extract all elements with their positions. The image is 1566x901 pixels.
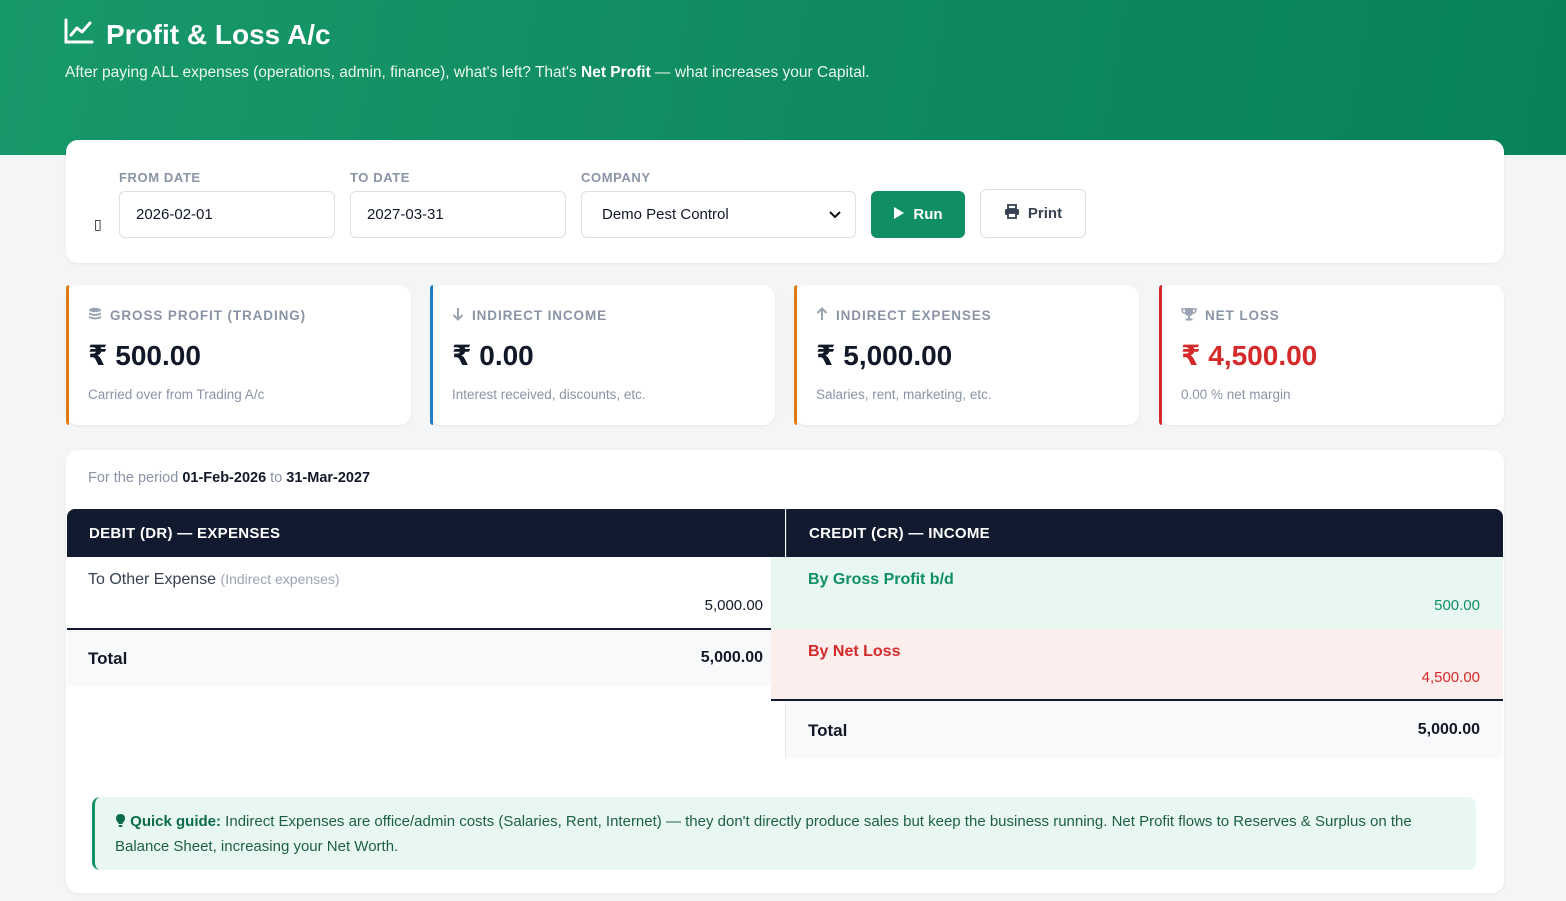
debit-total-label: Total	[88, 649, 128, 668]
print-button-label: Print	[1027, 205, 1063, 222]
stat-label-text: INDIRECT EXPENSES	[836, 308, 992, 323]
to-date-label: TO DATE	[350, 170, 411, 185]
from-date-input[interactable]: 2026-02-01	[119, 191, 335, 238]
company-select[interactable]: Demo Pest Control	[581, 191, 856, 238]
from-date-label: FROM DATE	[119, 170, 201, 185]
arrow-up-icon	[816, 307, 828, 324]
debit-row-name: To Other Expense (Indirect expenses)	[88, 571, 340, 589]
stat-card-gross-profit: GROSS PROFIT (TRADING) ₹ 500.00 Carried …	[66, 285, 411, 425]
stat-label: INDIRECT INCOME	[452, 307, 607, 324]
debit-row-label: To Other Expense	[88, 571, 217, 588]
stat-hint: Carried over from Trading A/c	[88, 387, 265, 402]
stat-accent-bar	[66, 285, 69, 425]
credit-total-row: Total 5,000.00	[786, 701, 1503, 758]
period-separator: to	[266, 470, 287, 486]
stat-value: ₹ 500.00	[88, 340, 201, 371]
stat-label: NET LOSS	[1181, 307, 1280, 324]
credit-row-name: By Net Loss	[808, 643, 901, 660]
coins-icon	[88, 307, 102, 323]
stat-value: ₹ 5,000.00	[816, 340, 953, 371]
run-button-label: Run	[913, 206, 943, 223]
period-from: 01-Feb-2026	[182, 470, 267, 486]
stat-card-net-loss: NET LOSS ₹ 4,500.00 0.00 % net margin	[1159, 285, 1504, 425]
page-subtitle: After paying ALL expenses (operations, a…	[65, 64, 870, 82]
stat-label: INDIRECT EXPENSES	[816, 307, 992, 324]
stat-label: GROSS PROFIT (TRADING)	[88, 307, 306, 323]
stat-card-indirect-income: INDIRECT INCOME ₹ 0.00 Interest received…	[430, 285, 775, 425]
quick-guide: Quick guide: Indirect Expenses are offic…	[92, 797, 1476, 870]
stat-label-text: GROSS PROFIT (TRADING)	[110, 307, 307, 323]
run-button[interactable]: Run	[871, 191, 965, 238]
guide-text: Indirect Expenses are office/admin costs…	[115, 813, 1412, 855]
to-date-input[interactable]: 2027-03-31	[350, 191, 566, 238]
stat-label-text: INDIRECT INCOME	[472, 308, 607, 323]
filter-panel: ▯ FROM DATE 2026-02-01 TO DATE 2027-03-3…	[66, 140, 1504, 263]
company-select-value: Demo Pest Control	[602, 206, 729, 223]
credit-header: CREDIT (CR) — INCOME	[786, 509, 1503, 557]
line-chart-icon	[64, 18, 94, 51]
stat-hint: Interest received, discounts, etc.	[452, 387, 646, 402]
stat-accent-bar	[430, 285, 433, 425]
placeholder-glyph: ▯	[94, 216, 102, 232]
subtitle-text-end: — what increases your Capital.	[650, 64, 870, 81]
stat-card-indirect-expenses: INDIRECT EXPENSES ₹ 5,000.00 Salaries, r…	[794, 285, 1139, 425]
ledger-panel: For the period 01-Feb-2026 to 31-Mar-202…	[66, 450, 1504, 893]
debit-row-amount: 5,000.00	[704, 597, 763, 614]
play-icon	[893, 206, 905, 224]
period-caption: For the period 01-Feb-2026 to 31-Mar-202…	[88, 470, 370, 486]
credit-total-amount: 5,000.00	[1417, 721, 1480, 738]
stat-hint: 0.00 % net margin	[1181, 387, 1291, 402]
page-title: Profit & Loss A/c	[106, 18, 331, 50]
stat-value: ₹ 4,500.00	[1181, 340, 1318, 371]
stat-accent-bar	[1159, 285, 1162, 425]
debit-row: To Other Expense (Indirect expenses) 5,0…	[67, 557, 771, 630]
debit-header: DEBIT (DR) — EXPENSES	[67, 509, 785, 557]
stat-hint: Salaries, rent, marketing, etc.	[816, 387, 992, 402]
debit-total-amount: 5,000.00	[700, 649, 763, 666]
period-prefix: For the period	[88, 470, 183, 486]
subtitle-text: After paying ALL expenses (operations, a…	[65, 64, 581, 81]
stat-value: ₹ 0.00	[452, 340, 534, 371]
chevron-down-icon	[829, 206, 841, 223]
trophy-icon	[1181, 307, 1197, 324]
stat-label-text: NET LOSS	[1205, 308, 1280, 323]
debit-row-note: (Indirect expenses)	[220, 571, 340, 587]
credit-row-amount: 4,500.00	[1421, 669, 1480, 686]
period-to: 31-Mar-2027	[286, 470, 371, 486]
guide-label: Quick guide:	[130, 813, 222, 830]
subtitle-highlight: Net Profit	[581, 64, 651, 81]
arrow-down-icon	[452, 307, 464, 324]
credit-row-net-loss: By Net Loss 4,500.00	[771, 629, 1503, 701]
stat-accent-bar	[794, 285, 797, 425]
credit-row-amount: 500.00	[1434, 597, 1480, 614]
print-button[interactable]: Print	[980, 189, 1086, 238]
company-label: COMPANY	[581, 170, 651, 185]
credit-row: By Gross Profit b/d 500.00	[771, 557, 1503, 629]
credit-row-name: By Gross Profit b/d	[808, 571, 954, 588]
credit-total-label: Total	[808, 721, 848, 740]
lightbulb-icon	[115, 813, 130, 830]
debit-total-row: Total 5,000.00	[67, 630, 771, 686]
page-title-row: Profit & Loss A/c	[64, 18, 331, 51]
page-header: Profit & Loss A/c After paying ALL expen…	[0, 0, 1566, 155]
printer-icon	[1004, 204, 1020, 223]
